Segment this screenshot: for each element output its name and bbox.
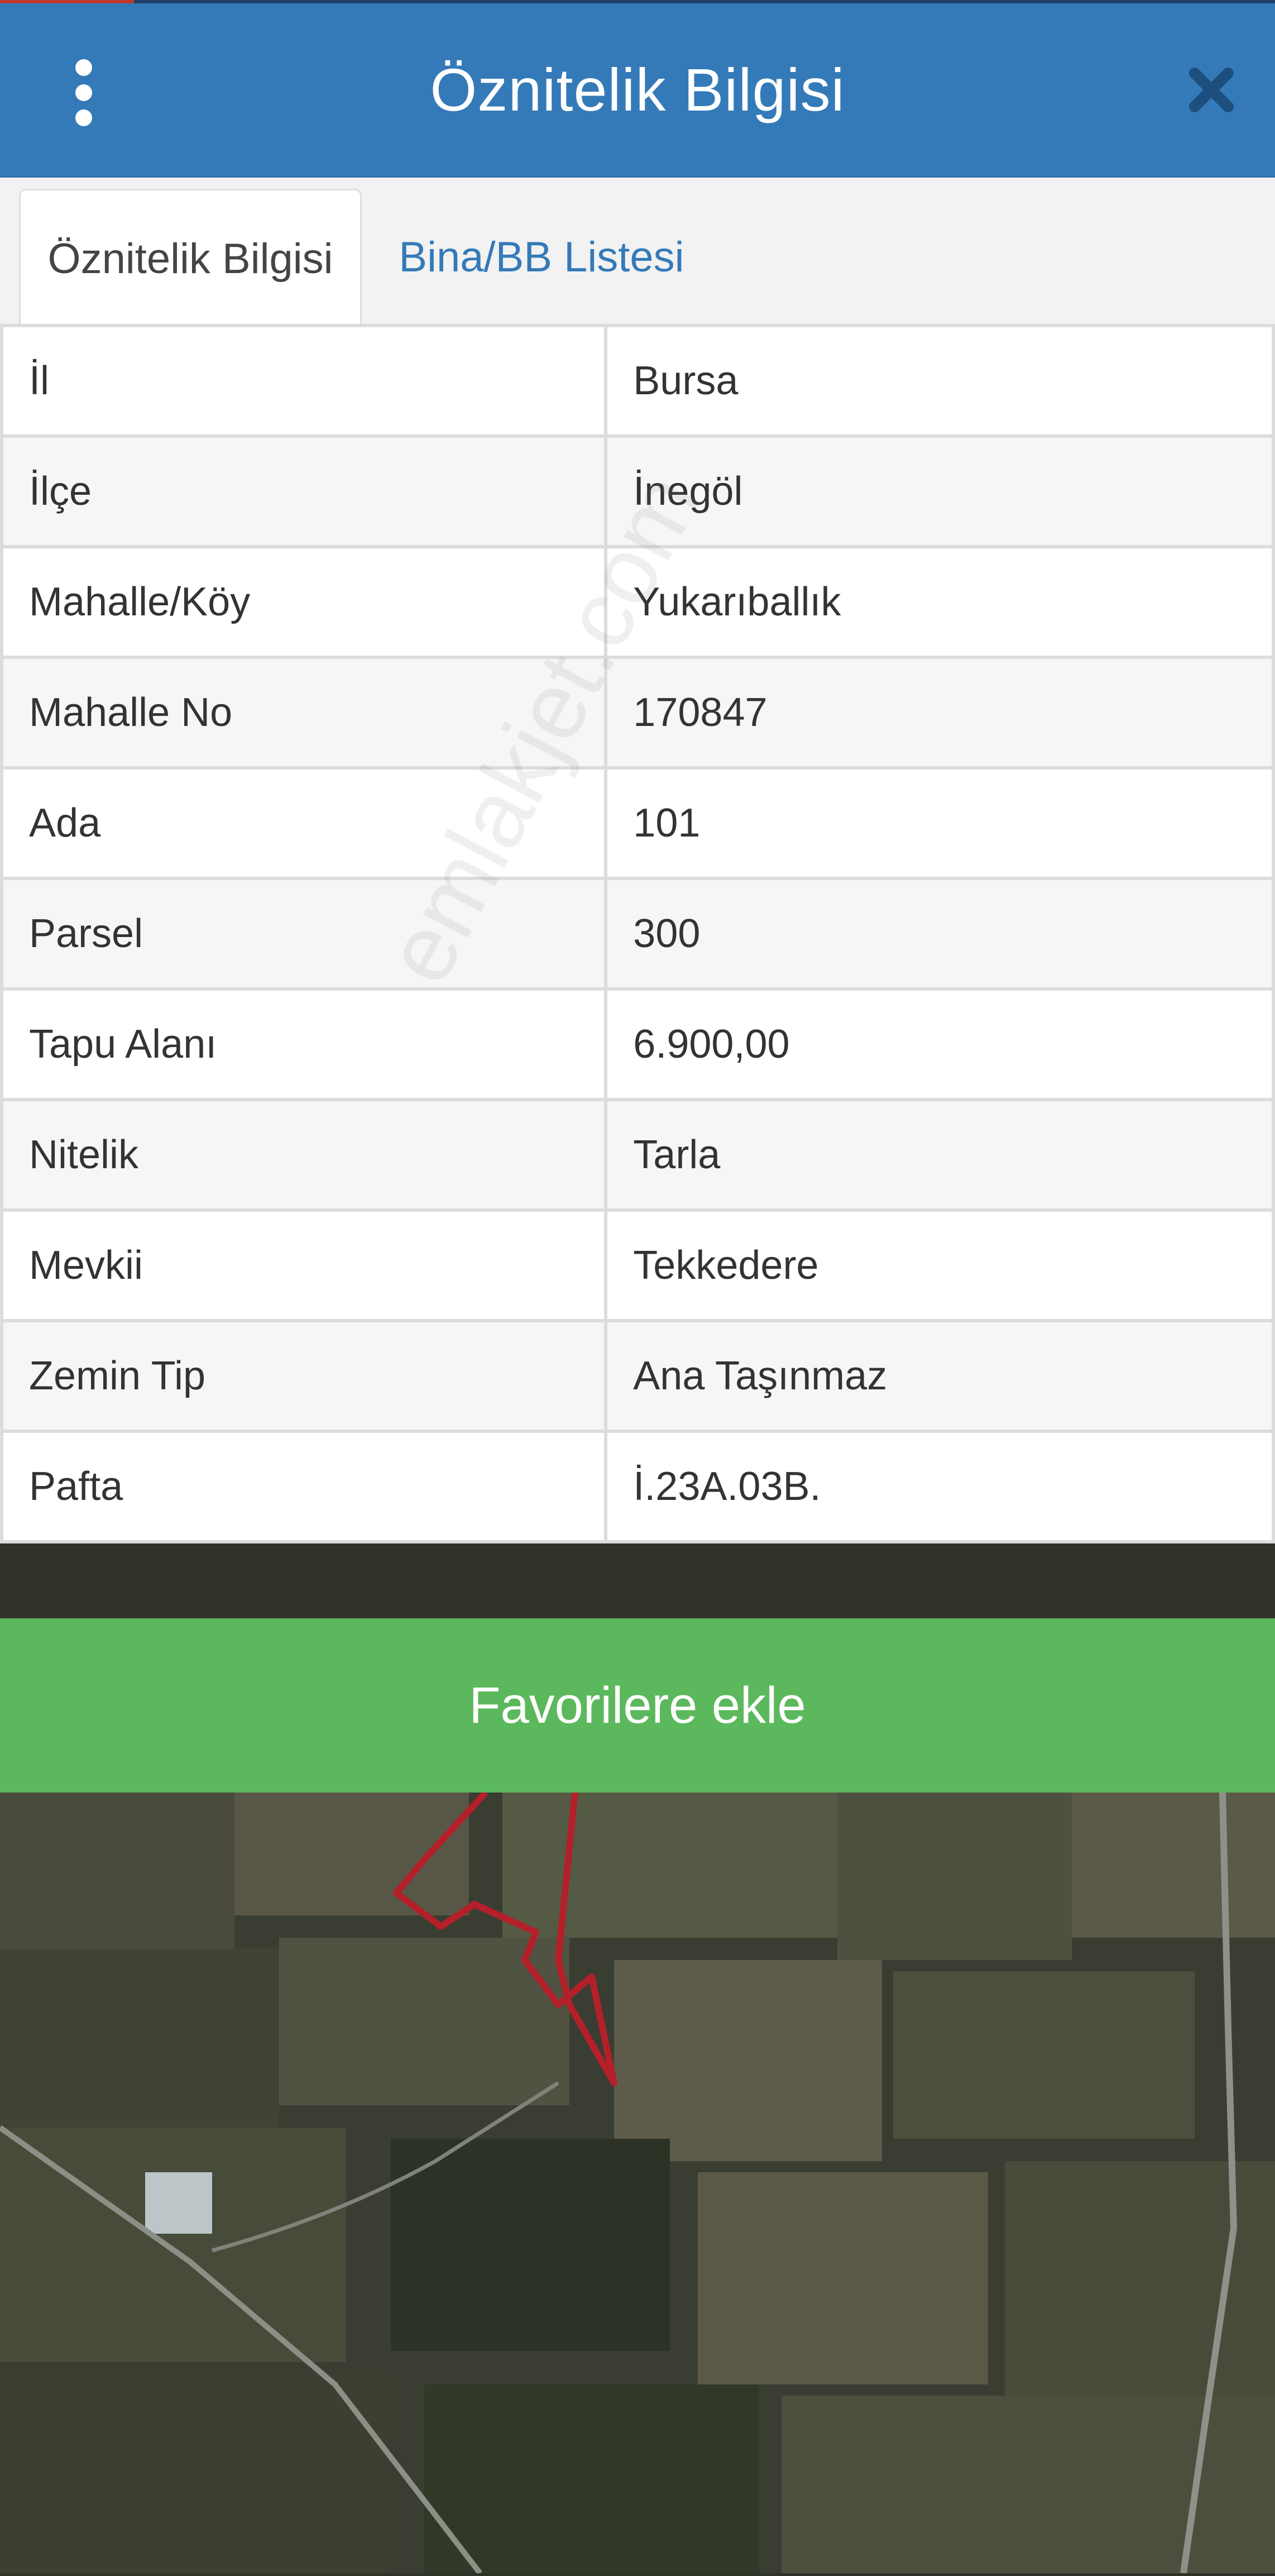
attribute-value: Yukarıballık [604, 545, 1275, 659]
attribute-key: Zemin Tip [0, 1319, 608, 1433]
table-row: Tapu Alanı 6.900,00 [0, 987, 1275, 1101]
attribute-key: İl [0, 324, 608, 438]
attribute-value: 6.900,00 [604, 987, 1275, 1101]
attribute-value: 300 [604, 877, 1275, 991]
table-row: Mevkii Tekkedere [0, 1208, 1275, 1322]
attribute-value: 101 [604, 766, 1275, 880]
add-to-favorites-button[interactable]: Favorilere ekle [0, 1618, 1275, 1793]
table-row: Ada 101 [0, 766, 1275, 880]
header-bar: Öznitelik Bilgisi [0, 3, 1275, 178]
attribute-key: Mahalle/Köy [0, 545, 608, 659]
attribute-value: İ.23A.03B. [604, 1430, 1275, 1543]
attribute-table: İl Bursa İlçe İnegöl Mahalle/Köy Yukarıballık… [0, 324, 1275, 1543]
tab-bar: Öznitelik Bilgisi Bina/BB Listesi [0, 178, 1275, 327]
attribute-key: Pafta [0, 1430, 608, 1543]
attribute-key: Mevkii [0, 1208, 608, 1322]
tab-bina-bb-listesi[interactable]: Bina/BB Listesi [380, 189, 703, 326]
attribute-value: İnegöl [604, 434, 1275, 548]
table-row: Mahalle/Köy Yukarıballık [0, 545, 1275, 659]
close-icon[interactable] [1183, 62, 1239, 118]
attribute-key: Parsel [0, 877, 608, 991]
attribute-key: İlçe [0, 434, 608, 548]
table-row: İl Bursa [0, 324, 1275, 438]
satellite-map[interactable] [0, 1790, 1275, 2575]
table-row: Mahalle No 170847 [0, 656, 1275, 770]
attribute-value: Ana Taşınmaz [604, 1319, 1275, 1433]
attribute-value: Tarla [604, 1098, 1275, 1212]
attribute-value: 170847 [604, 656, 1275, 770]
attribute-key: Mahalle No [0, 656, 608, 770]
table-row: Parsel 300 [0, 877, 1275, 991]
page-title: Öznitelik Bilgisi [430, 56, 845, 123]
attribute-key: Nitelik [0, 1098, 608, 1212]
attribute-value: Tekkedere [604, 1208, 1275, 1322]
vertical-dots-icon[interactable] [61, 59, 106, 126]
tab-oznitelik-bilgisi[interactable]: Öznitelik Bilgisi [19, 189, 362, 327]
attribute-value: Bursa [604, 324, 1275, 438]
table-row: Pafta İ.23A.03B. [0, 1430, 1275, 1543]
table-row: Nitelik Tarla [0, 1098, 1275, 1212]
attribute-key: Ada [0, 766, 608, 880]
attribute-key: Tapu Alanı [0, 987, 608, 1101]
table-row: İlçe İnegöl [0, 434, 1275, 548]
table-row: Zemin Tip Ana Taşınmaz [0, 1319, 1275, 1433]
